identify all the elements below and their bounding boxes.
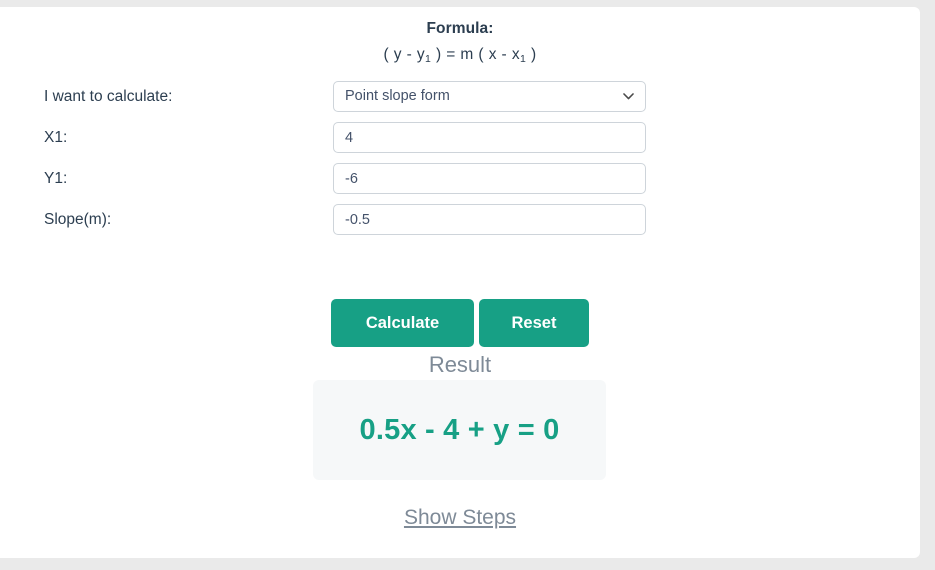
formula-lhs-open: ( y - y — [383, 46, 426, 63]
label-slope: Slope(m): — [44, 211, 112, 228]
field-wrap-slope — [333, 204, 646, 235]
result-value: 0.5x - 4 + y = 0 — [359, 413, 560, 446]
chevron-down-icon — [623, 93, 634, 100]
label-calculate-type: I want to calculate: — [44, 88, 173, 105]
formula-rhs-subscript: 1 — [519, 53, 527, 65]
show-steps-container: Show Steps — [0, 506, 920, 530]
label-y1: Y1: — [44, 170, 68, 187]
field-wrap-x1 — [333, 122, 646, 153]
form-row-calculate-type: I want to calculate: Point slope form — [0, 75, 920, 116]
formula-lhs-subscript: 1 — [425, 53, 432, 65]
calculate-type-selected-value: Point slope form — [345, 88, 450, 104]
reset-button[interactable]: Reset — [479, 299, 589, 347]
slope-input[interactable] — [333, 204, 646, 235]
form-row-y1: Y1: — [0, 157, 920, 198]
form-row-slope: Slope(m): — [0, 198, 920, 239]
calculate-type-select[interactable]: Point slope form — [333, 81, 646, 112]
action-buttons: Calculate Reset — [0, 299, 920, 347]
calculator-card: Formula: ( y - y1 ) = m ( x - x1 ) I wan… — [0, 7, 920, 558]
form-row-x1: X1: — [0, 116, 920, 157]
formula-title: Formula: — [426, 20, 494, 37]
formula-middle: ) = m ( x - x — [431, 46, 520, 63]
field-wrap-calculate-type: Point slope form — [333, 81, 646, 112]
formula-section: Formula: ( y - y1 ) = m ( x - x1 ) — [0, 7, 920, 65]
y1-input[interactable] — [333, 163, 646, 194]
field-wrap-y1 — [333, 163, 646, 194]
input-form: I want to calculate: Point slope form X1… — [0, 75, 920, 239]
formula-rhs-close: ) — [526, 46, 537, 63]
calculate-button[interactable]: Calculate — [331, 299, 474, 347]
formula-expression: ( y - y1 ) = m ( x - x1 ) — [0, 46, 920, 65]
show-steps-link[interactable]: Show Steps — [404, 506, 516, 529]
label-x1: X1: — [44, 129, 68, 146]
x1-input[interactable] — [333, 122, 646, 153]
result-box: 0.5x - 4 + y = 0 — [313, 380, 606, 480]
result-heading: Result — [428, 352, 492, 377]
